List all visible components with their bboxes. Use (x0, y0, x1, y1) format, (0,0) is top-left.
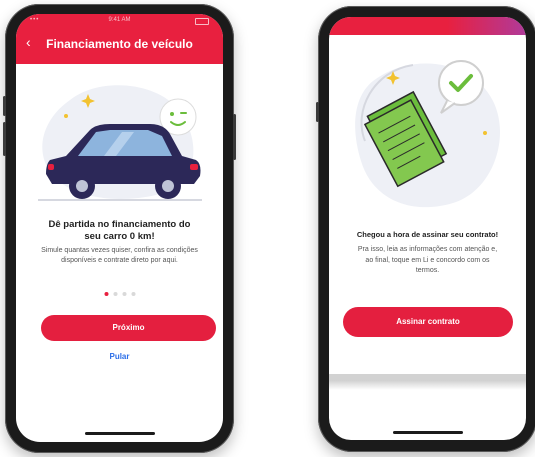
contract-screen: Chegou a hora de assinar seu contrato! P… (329, 17, 526, 440)
contract-illustration (355, 60, 500, 208)
page-title: Financiamento de veículo (46, 37, 193, 51)
phone-volume-up (3, 122, 6, 156)
car-illustration (38, 85, 202, 201)
pagination-dot-active[interactable] (104, 292, 108, 296)
phone-power-button (233, 114, 236, 160)
sign-contract-button[interactable]: Assinar contrato (343, 307, 513, 337)
pagination-dots (104, 292, 135, 296)
contract-heading: Chegou a hora de assinar seu contrato! (356, 230, 499, 239)
car-wheel-front-hub (162, 180, 174, 192)
top-accent-bar (329, 17, 526, 35)
pagination-dot[interactable] (113, 292, 117, 296)
car-taillight (48, 164, 54, 170)
phone-side-button (316, 102, 319, 122)
smiley-eye (170, 112, 174, 116)
check-bubble-icon (438, 60, 484, 106)
home-indicator (392, 431, 463, 434)
home-indicator (84, 432, 155, 435)
phone-frame-left: ••• 9:41 AM ‹ Financiamento de veículo D… (3, 4, 236, 453)
status-bar: ••• 9:41 AM (16, 17, 223, 29)
contract-description: Pra isso, leia as informações com atençã… (357, 246, 498, 274)
car-wheel-rear-hub (76, 180, 88, 192)
battery-icon (195, 18, 209, 25)
next-button[interactable]: Próximo (41, 315, 216, 341)
onboarding-description: Simule quantas vezes quiser, confira as … (41, 247, 198, 264)
onboarding-screen: ••• 9:41 AM ‹ Financiamento de veículo D… (16, 14, 223, 442)
status-time: 9:41 AM (108, 17, 131, 23)
sheet-shadow (329, 380, 526, 390)
pagination-dot[interactable] (122, 292, 126, 296)
signal-icon: ••• (30, 17, 40, 23)
car-headlight (190, 164, 198, 170)
onboarding-heading: Dê partida no financiamento do seu carro… (48, 219, 191, 242)
sparkle-icon (64, 114, 68, 118)
phone-side-button (3, 96, 6, 116)
phone-frame-right: Chegou a hora de assinar seu contrato! P… (316, 6, 535, 452)
skip-link[interactable]: Pular (16, 352, 223, 361)
app-header: ••• 9:41 AM ‹ Financiamento de veículo (16, 14, 223, 64)
sparkle-icon (483, 131, 487, 135)
pagination-dot[interactable] (131, 292, 135, 296)
